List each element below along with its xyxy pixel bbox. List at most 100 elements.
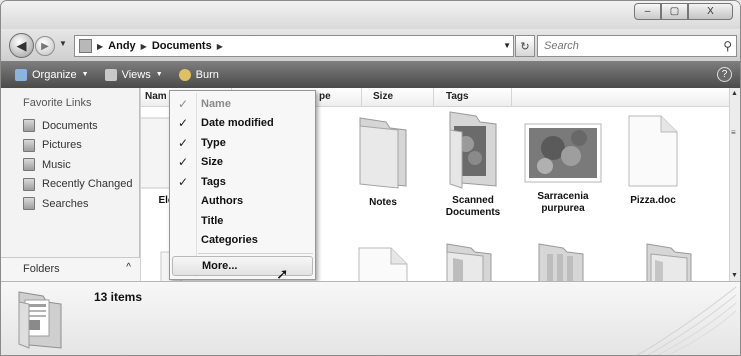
checkmark-icon: ✓ bbox=[177, 155, 189, 170]
favorite-links-list: Documents Pictures Music Recently Change… bbox=[23, 116, 133, 214]
item-label: Pizza.doc bbox=[630, 195, 676, 206]
forward-arrow-icon: ▶ bbox=[41, 40, 49, 52]
recent-pages-dropdown[interactable]: ▼ bbox=[59, 39, 67, 48]
menu-item-tags[interactable]: ✓ Tags bbox=[172, 172, 313, 192]
documents-icon bbox=[23, 119, 35, 133]
menu-item-more[interactable]: More... bbox=[172, 256, 313, 276]
favorite-link-music[interactable]: Music bbox=[23, 155, 133, 175]
favorite-links-heading: Favorite Links bbox=[23, 97, 92, 109]
breadcrumb-separator-icon[interactable]: ▶ bbox=[97, 42, 103, 51]
checkmark-icon: ✓ bbox=[177, 96, 189, 111]
burn-disc-icon bbox=[178, 68, 191, 81]
organize-icon bbox=[15, 68, 27, 81]
burn-button[interactable]: Burn bbox=[178, 68, 219, 81]
photo-thumbnail bbox=[524, 123, 602, 183]
documents-folder-large-icon bbox=[18, 291, 62, 349]
menu-item-label: Categories bbox=[201, 234, 258, 247]
menu-item-label: Authors bbox=[201, 195, 244, 208]
favorite-link-searches[interactable]: Searches bbox=[23, 194, 133, 214]
details-pane: 13 items bbox=[1, 281, 740, 355]
menu-separator bbox=[198, 253, 313, 254]
menu-item-label: Tags bbox=[201, 175, 226, 188]
item-label: Notes bbox=[369, 197, 397, 208]
menu-item-name: ✓ Name bbox=[172, 94, 313, 114]
organize-label: Organize bbox=[32, 68, 77, 81]
document-icon[interactable] bbox=[353, 246, 413, 281]
close-button[interactable]: X bbox=[688, 3, 733, 20]
views-button[interactable]: Views ▼ bbox=[104, 68, 163, 81]
menu-item-title[interactable]: Title bbox=[172, 211, 313, 231]
address-dropdown-icon[interactable]: ▼ bbox=[503, 41, 511, 50]
back-button[interactable]: ◀ bbox=[9, 33, 34, 58]
scroll-down-icon[interactable]: ▼ bbox=[731, 272, 738, 279]
column-header-size[interactable]: Size bbox=[373, 91, 393, 102]
chevron-down-icon: ▼ bbox=[155, 71, 163, 78]
breadcrumb-separator-icon[interactable]: ▶ bbox=[217, 42, 223, 51]
list-item-scanned-documents[interactable]: Scanned Documents bbox=[428, 108, 518, 219]
chevron-down-icon: ▼ bbox=[81, 71, 89, 78]
column-divider[interactable] bbox=[433, 88, 434, 107]
checkmark-icon: ✓ bbox=[177, 135, 189, 150]
folder-icon[interactable] bbox=[641, 242, 701, 281]
menu-item-date-modified[interactable]: ✓ Date modified bbox=[172, 114, 313, 134]
navigation-pane: Favorite Links Documents Pictures Music … bbox=[1, 88, 140, 281]
folders-label: Folders bbox=[23, 263, 60, 275]
search-icon[interactable]: ⚲ bbox=[723, 39, 732, 53]
searches-icon bbox=[23, 197, 35, 211]
list-item-pizza-doc[interactable]: Pizza.doc bbox=[608, 110, 698, 207]
burn-label: Burn bbox=[195, 68, 219, 81]
vertical-scrollbar[interactable]: ▲ ≡ ▼ bbox=[729, 88, 740, 281]
scroll-thumb[interactable]: ≡ bbox=[731, 128, 739, 137]
favorite-link-label: Music bbox=[42, 158, 71, 171]
help-button[interactable]: ? bbox=[717, 67, 732, 82]
back-arrow-icon: ◀ bbox=[16, 37, 27, 53]
folder-icon bbox=[359, 117, 407, 189]
favorite-link-pictures[interactable]: Pictures bbox=[23, 136, 133, 156]
favorite-link-label: Documents bbox=[42, 119, 98, 132]
favorite-link-label: Recently Changed bbox=[42, 178, 133, 191]
refresh-button[interactable]: ↻ bbox=[515, 35, 535, 57]
caption-buttons: – ▢ X bbox=[634, 3, 733, 20]
minimize-button[interactable]: – bbox=[634, 3, 661, 20]
menu-item-type[interactable]: ✓ Type bbox=[172, 133, 313, 153]
column-header-type[interactable]: pe bbox=[319, 91, 331, 102]
documents-folder-icon bbox=[79, 39, 92, 53]
scroll-up-icon[interactable]: ▲ bbox=[731, 90, 738, 97]
favorite-link-recently-changed[interactable]: Recently Changed bbox=[23, 175, 133, 195]
chevron-up-icon: ^ bbox=[126, 262, 131, 273]
forward-button[interactable]: ▶ bbox=[35, 36, 55, 56]
menu-item-authors[interactable]: Authors bbox=[172, 192, 313, 212]
breadcrumb-andy[interactable]: Andy bbox=[108, 40, 136, 52]
column-divider[interactable] bbox=[511, 88, 512, 107]
pictures-icon bbox=[23, 138, 35, 152]
favorite-link-label: Pictures bbox=[42, 139, 82, 152]
folder-icon[interactable] bbox=[441, 242, 501, 281]
refresh-icon: ↻ bbox=[520, 40, 530, 53]
maximize-button[interactable]: ▢ bbox=[661, 3, 688, 20]
organize-button[interactable]: Organize ▼ bbox=[15, 68, 89, 81]
list-item-sarracenia-purpurea[interactable]: Sarracenia purpurea bbox=[518, 116, 608, 215]
column-header-name[interactable]: Nam bbox=[145, 91, 167, 102]
menu-item-label: Size bbox=[201, 156, 224, 169]
column-divider[interactable] bbox=[361, 88, 362, 107]
folders-toggle[interactable]: Folders ^ bbox=[1, 257, 140, 281]
favorite-link-label: Searches bbox=[42, 197, 89, 210]
breadcrumb-separator-icon[interactable]: ▶ bbox=[141, 42, 147, 51]
breadcrumb-documents[interactable]: Documents bbox=[152, 40, 212, 52]
folder-photo-icon bbox=[449, 111, 497, 189]
menu-item-size[interactable]: ✓ Size bbox=[172, 153, 313, 173]
search-box[interactable]: ⚲ bbox=[537, 35, 737, 57]
menu-item-categories[interactable]: Categories bbox=[172, 231, 313, 251]
column-header-tags[interactable]: Tags bbox=[446, 91, 469, 102]
decorative-swoosh bbox=[637, 286, 737, 355]
menu-item-label: Title bbox=[201, 214, 224, 227]
menu-item-label: Type bbox=[201, 136, 226, 149]
search-input[interactable] bbox=[544, 40, 714, 52]
column-chooser-menu: ✓ Name ✓ Date modified ✓ Type ✓ Size ✓ T… bbox=[169, 90, 316, 280]
list-item-notes[interactable]: Notes bbox=[338, 112, 428, 209]
document-icon bbox=[628, 115, 678, 187]
folder-icon[interactable] bbox=[533, 242, 593, 281]
address-bar[interactable]: ▶ Andy ▶ Documents ▶ ▼ bbox=[74, 35, 514, 57]
address-row: ◀ ▶ ▼ ▶ Andy ▶ Documents ▶ ▼ ↻ ⚲ bbox=[1, 29, 740, 61]
favorite-link-documents[interactable]: Documents bbox=[23, 116, 133, 136]
